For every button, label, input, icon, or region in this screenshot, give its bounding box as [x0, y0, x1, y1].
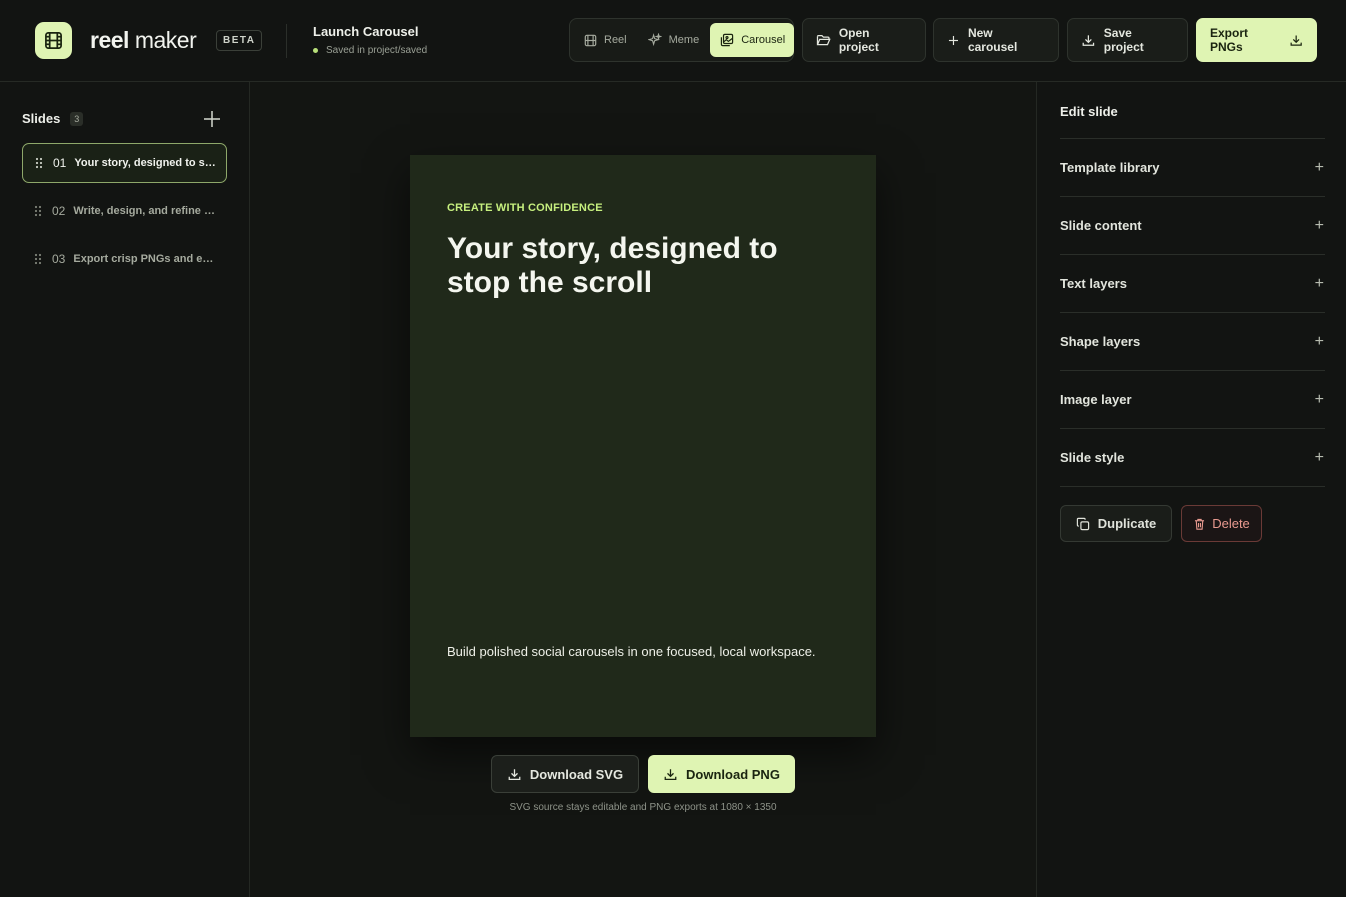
slides-count-badge: 3: [70, 111, 84, 126]
film-icon: [45, 32, 62, 49]
download-icon: [508, 768, 521, 780]
mode-carousel[interactable]: Carousel: [710, 23, 795, 57]
film-icon: [584, 34, 597, 46]
delete-button[interactable]: Delete: [1181, 505, 1262, 542]
mode-meme[interactable]: Meme: [638, 23, 709, 57]
download-icon: [1290, 34, 1302, 46]
plus-icon: [948, 35, 959, 45]
slide-number: 01: [53, 156, 67, 170]
section-slide-style[interactable]: Slide style +: [1060, 428, 1325, 486]
section-text-layers[interactable]: Text layers +: [1060, 254, 1325, 312]
slide-number: 02: [52, 204, 66, 218]
section-template-library[interactable]: Template library +: [1060, 138, 1325, 196]
plus-icon: +: [1314, 158, 1324, 176]
section-slide-content[interactable]: Slide content +: [1060, 196, 1325, 254]
download-icon: [664, 768, 677, 780]
slide-list-item[interactable]: 02 Write, design, and refine …: [22, 191, 227, 231]
drag-handle-icon[interactable]: [35, 157, 43, 169]
app-header: reel maker BETA Launch Carousel Saved in…: [0, 0, 1346, 82]
slide-headline[interactable]: Your story, designed to stop the scroll: [447, 232, 847, 300]
slide-body[interactable]: Build polished social carousels in one f…: [447, 644, 837, 660]
canvas-area: CREATE WITH CONFIDENCE Your story, desig…: [250, 82, 1036, 897]
download-svg-button[interactable]: Download SVG: [491, 755, 639, 793]
plus-icon: +: [1314, 274, 1324, 292]
plus-icon: +: [1314, 390, 1324, 408]
drag-handle-icon[interactable]: [34, 205, 42, 217]
section-shape-layers[interactable]: Shape layers +: [1060, 312, 1325, 370]
copy-icon: [1076, 517, 1089, 530]
slides-sidebar: Slides 3 01 Your story, designed to s… 0…: [0, 82, 250, 897]
slide-list-item[interactable]: 03 Export crisp PNGs and e…: [22, 239, 227, 279]
slides-heading: Slides 3: [22, 111, 84, 126]
save-project-button[interactable]: Save project: [1067, 18, 1188, 62]
app-logo: [35, 22, 72, 59]
export-pngs-button[interactable]: Export PNGs: [1196, 18, 1317, 62]
slide-title: Write, design, and refine …: [73, 205, 215, 217]
open-project-button[interactable]: Open project: [802, 18, 926, 62]
images-icon: [720, 33, 734, 47]
header-divider: [286, 24, 287, 58]
mode-reel[interactable]: Reel: [574, 23, 636, 57]
section-divider: [1060, 486, 1325, 487]
mode-switcher: Reel Meme Carousel: [569, 18, 795, 62]
duplicate-button[interactable]: Duplicate: [1060, 505, 1172, 542]
save-status: Saved in project/saved: [313, 45, 427, 56]
download-icon: [1082, 34, 1095, 46]
drag-handle-icon[interactable]: [34, 253, 42, 265]
download-png-button[interactable]: Download PNG: [648, 755, 795, 793]
slide-preview[interactable]: CREATE WITH CONFIDENCE Your story, desig…: [410, 155, 876, 737]
slide-list-item[interactable]: 01 Your story, designed to s…: [22, 143, 227, 183]
folder-open-icon: [816, 34, 831, 45]
slide-eyebrow[interactable]: CREATE WITH CONFIDENCE: [447, 202, 603, 214]
plus-icon: +: [1314, 448, 1324, 466]
slide-title: Your story, designed to s…: [74, 157, 216, 169]
edit-slide-title: Edit slide: [1060, 104, 1118, 119]
trash-icon: [1195, 518, 1205, 530]
sparkle-icon: [647, 33, 662, 47]
plus-icon: +: [1314, 216, 1324, 234]
slides-title: Slides: [22, 111, 61, 126]
export-note: SVG source stays editable and PNG export…: [509, 802, 777, 813]
project-title: Launch Carousel: [313, 24, 419, 39]
section-image-layer[interactable]: Image layer +: [1060, 370, 1325, 428]
slide-number: 03: [52, 252, 66, 266]
beta-badge: BETA: [216, 30, 263, 51]
plus-icon: +: [1314, 332, 1324, 350]
new-carousel-button[interactable]: New carousel: [933, 18, 1059, 62]
brand-name: reel maker: [90, 27, 197, 53]
slide-title: Export crisp PNGs and e…: [73, 253, 214, 265]
edit-panel: Edit slide Template library + Slide conte…: [1036, 82, 1346, 897]
add-slide-button[interactable]: [202, 109, 222, 129]
status-dot: [313, 48, 318, 53]
